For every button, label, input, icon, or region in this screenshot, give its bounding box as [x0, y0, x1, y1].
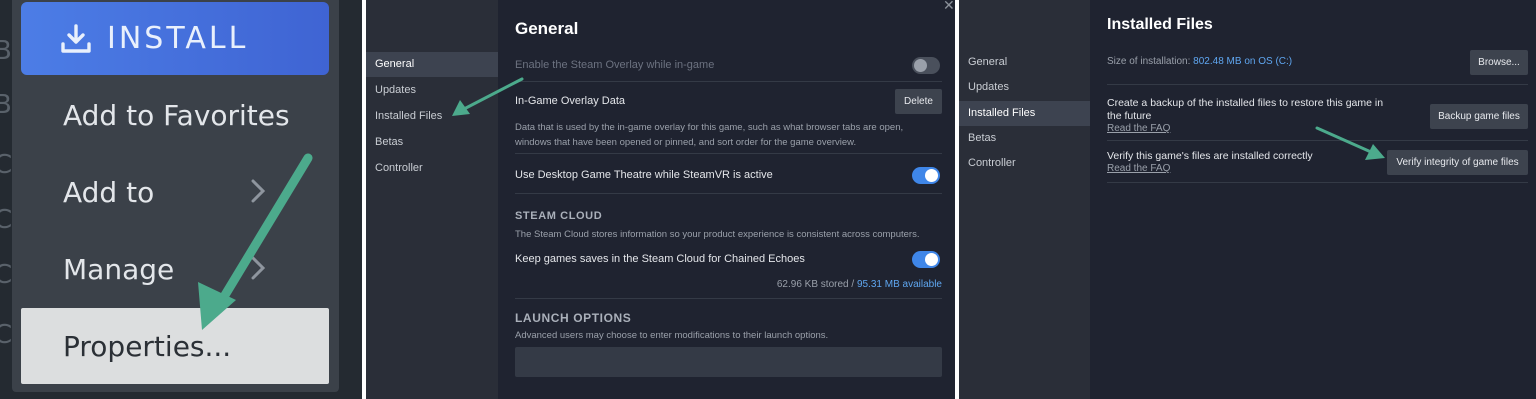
menu-item-add-to[interactable]: Add to — [21, 154, 329, 230]
browse-button[interactable]: Browse... — [1470, 50, 1528, 75]
install-label: INSTALL — [107, 21, 249, 56]
menu-item-label: Add to Favorites — [63, 98, 290, 132]
chevron-right-icon — [251, 179, 266, 203]
launch-options-input[interactable] — [515, 347, 942, 377]
storage-separator: / — [851, 279, 855, 290]
steam-cloud-header: STEAM CLOUD — [515, 210, 603, 222]
sidebar-item-betas[interactable]: Betas — [959, 126, 1090, 151]
backup-description: Create a backup of the installed files t… — [1107, 97, 1384, 122]
toggle-knob — [925, 169, 938, 182]
toggle-knob — [914, 59, 927, 72]
menu-item-label: Manage — [63, 252, 175, 286]
background-text-fragment: C — [0, 320, 13, 350]
divider — [1107, 84, 1528, 85]
backup-game-files-button[interactable]: Backup game files — [1430, 104, 1528, 129]
verify-integrity-button[interactable]: Verify integrity of game files — [1387, 150, 1528, 175]
verify-description: Verify this game's files are installed c… — [1107, 150, 1313, 162]
divider — [515, 298, 942, 299]
storage-used: 62.96 KB stored — [776, 279, 849, 290]
sidebar-item-installed-files[interactable]: Installed Files — [959, 101, 1090, 126]
divider — [1107, 140, 1528, 141]
theatre-toggle-label: Use Desktop Game Theatre while SteamVR i… — [515, 169, 773, 181]
background-text-fragment: C — [0, 260, 13, 290]
sidebar-item-updates[interactable]: Updates — [366, 78, 498, 103]
verify-faq-link[interactable]: Read the FAQ — [1107, 163, 1170, 174]
overlay-toggle[interactable] — [912, 57, 940, 74]
sidebar-item-updates[interactable]: Updates — [959, 75, 1090, 100]
backup-faq-link[interactable]: Read the FAQ — [1107, 123, 1170, 134]
close-icon[interactable]: ✕ — [943, 0, 955, 14]
theatre-toggle[interactable] — [912, 167, 940, 184]
background-text-fragment: C — [0, 150, 13, 180]
properties-sidebar: General Updates Installed Files Betas Co… — [366, 0, 498, 399]
size-label: Size of installation: — [1107, 56, 1191, 67]
background-text-fragment: C — [0, 205, 13, 235]
menu-item-label: Add to — [63, 175, 155, 209]
steam-cloud-description: The Steam Cloud stores information so yo… — [515, 229, 920, 240]
page-title: Installed Files — [1107, 16, 1213, 33]
properties-general-panel: General Updates Installed Files Betas Co… — [366, 0, 955, 399]
sidebar-item-betas[interactable]: Betas — [366, 130, 498, 155]
installation-size: Size of installation: 802.48 MB on OS (C… — [1107, 56, 1292, 67]
properties-installed-files-panel: General Updates Installed Files Betas Co… — [959, 0, 1536, 399]
context-menu-panel: B B C C C C INSTALL Add to Favorites Add… — [0, 0, 362, 399]
storage-available: 95.31 MB available — [856, 279, 942, 290]
cloud-toggle[interactable] — [912, 251, 940, 268]
page-title: General — [515, 19, 579, 38]
download-icon — [61, 23, 91, 53]
divider — [515, 81, 942, 82]
divider — [515, 153, 942, 154]
launch-options-description: Advanced users may choose to enter modif… — [515, 330, 829, 341]
cloud-toggle-label: Keep games saves in the Steam Cloud for … — [515, 253, 805, 265]
menu-item-label: Properties... — [63, 329, 232, 363]
chevron-right-icon — [251, 256, 266, 280]
divider — [1107, 182, 1528, 183]
menu-item-manage[interactable]: Manage — [21, 231, 329, 307]
divider — [515, 193, 942, 194]
context-menu: INSTALL Add to Favorites Add to Manage P… — [12, 0, 339, 392]
cloud-storage-info: 62.96 KB stored / 95.31 MB available — [777, 279, 942, 290]
size-value: 802.48 MB on OS (C:) — [1193, 56, 1293, 67]
menu-item-properties[interactable]: Properties... — [21, 308, 329, 384]
sidebar-item-general[interactable]: General — [366, 52, 498, 77]
sidebar-item-controller[interactable]: Controller — [959, 151, 1090, 176]
background-text-fragment: B — [0, 90, 12, 120]
overlay-data-description: Data that is used by the in-game overlay… — [515, 122, 904, 148]
delete-button[interactable]: Delete — [895, 89, 942, 114]
overlay-data-label: In-Game Overlay Data — [515, 95, 626, 107]
menu-item-add-to-favorites[interactable]: Add to Favorites — [21, 77, 329, 153]
sidebar-item-installed-files[interactable]: Installed Files — [366, 104, 498, 129]
sidebar-item-general[interactable]: General — [959, 50, 1090, 75]
install-button[interactable]: INSTALL — [21, 2, 329, 75]
sidebar-item-controller[interactable]: Controller — [366, 156, 498, 181]
background-text-fragment: B — [0, 36, 12, 66]
arrow-annotation — [1315, 126, 1385, 160]
properties-sidebar: General Updates Installed Files Betas Co… — [959, 0, 1090, 399]
toggle-knob — [925, 253, 938, 266]
overlay-toggle-label: Enable the Steam Overlay while in-game — [515, 59, 715, 71]
launch-options-header: LAUNCH OPTIONS — [515, 311, 632, 325]
